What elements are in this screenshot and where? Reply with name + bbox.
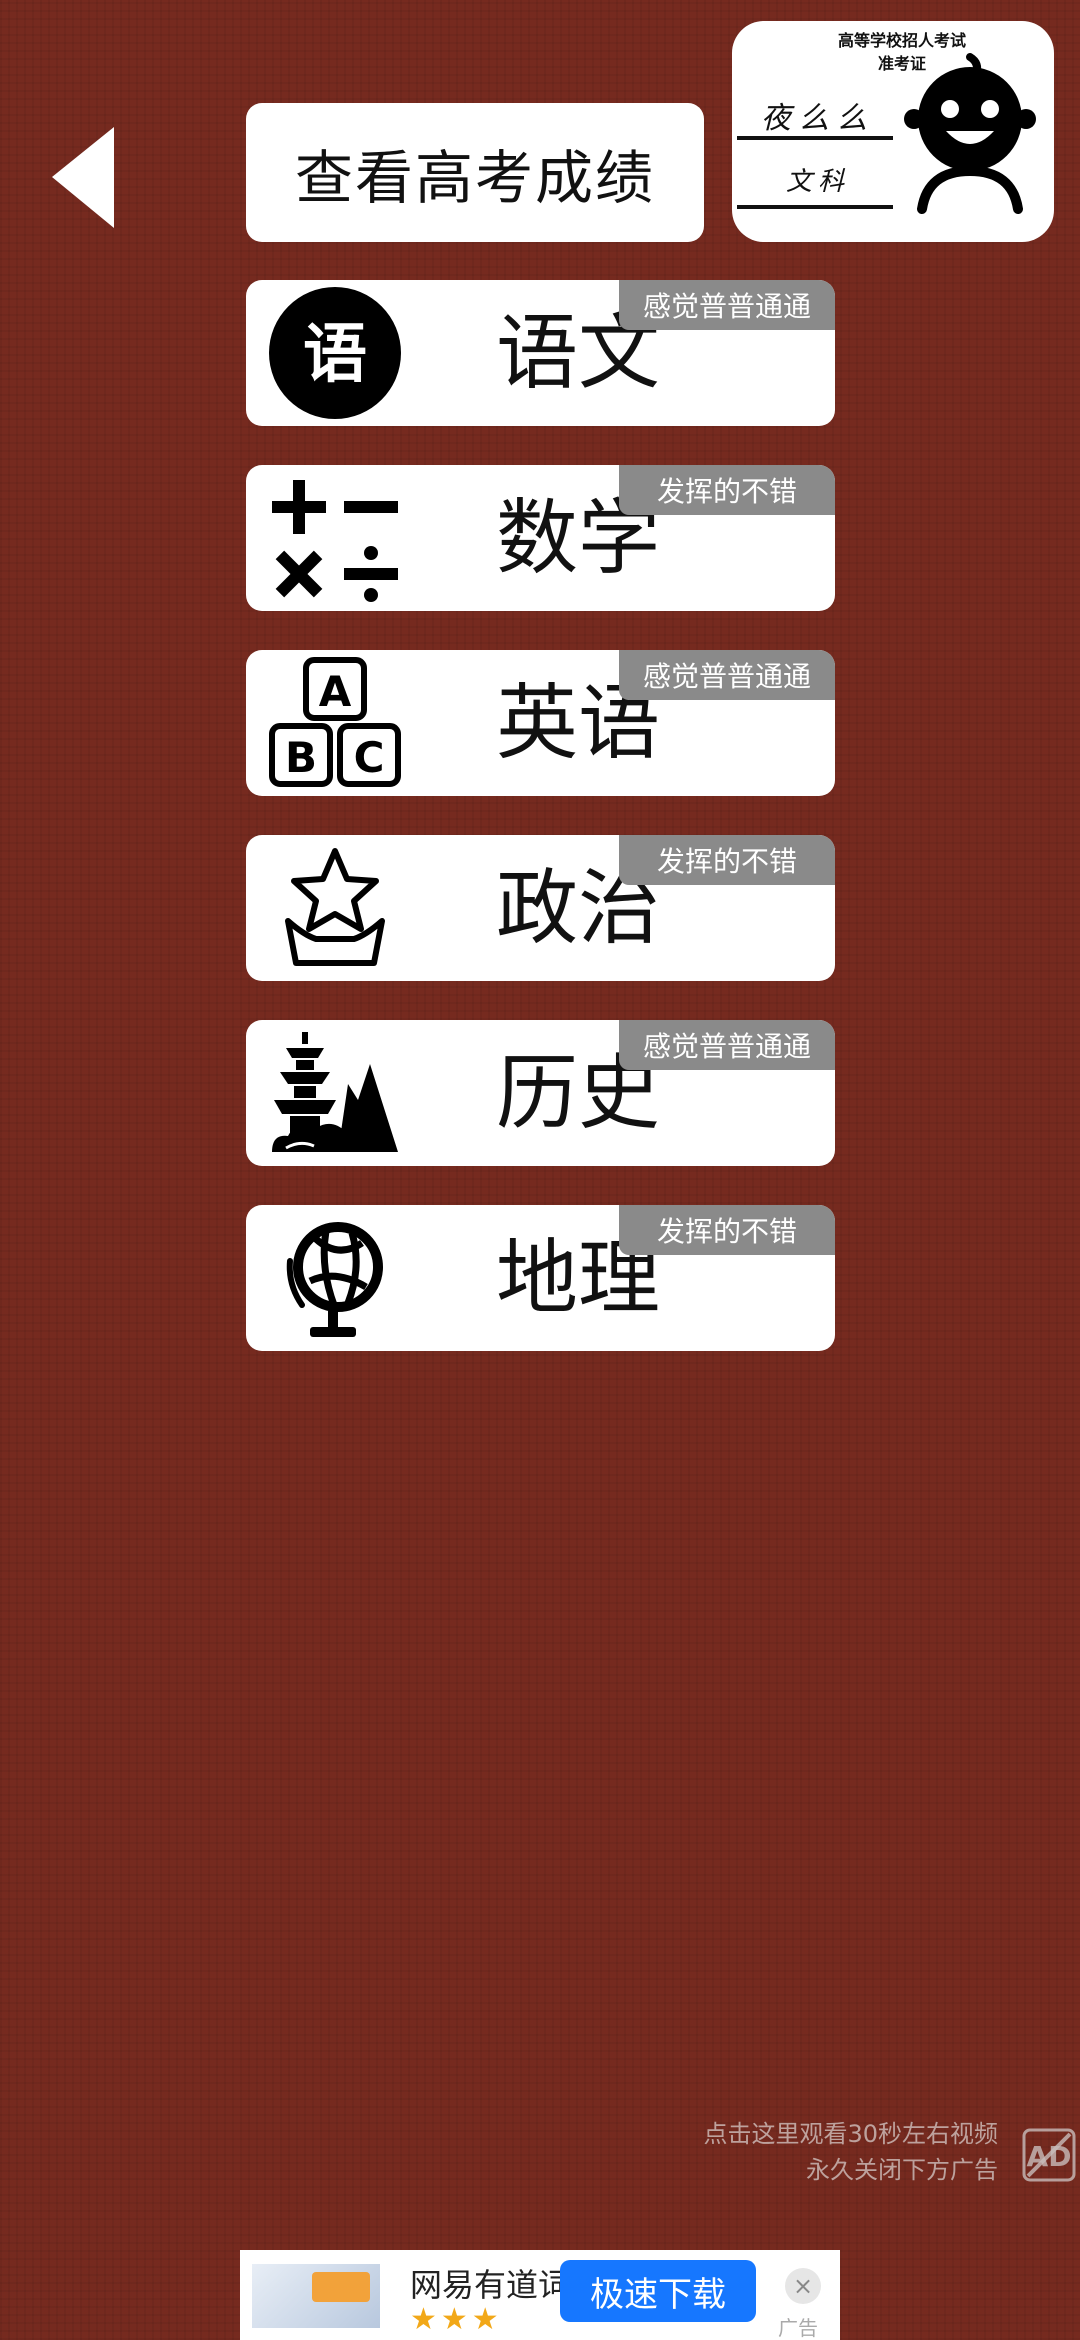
back-arrow-icon: [52, 127, 114, 228]
ad-download-button[interactable]: 极速下载: [560, 2260, 756, 2322]
ad-mark: 广告: [778, 2316, 818, 2340]
pagoda-icon: [272, 1032, 398, 1152]
admission-ticket-card[interactable]: 高等学校招人考试 准考证 夜么么 文科: [732, 21, 1054, 242]
ad-title: 网易有道词: [410, 2266, 571, 2304]
abc-blocks-icon: A B C: [269, 657, 401, 787]
svg-text:语: 语: [303, 318, 367, 392]
feeling-tag: 发挥的不错: [619, 1205, 835, 1255]
name-underline: [737, 136, 893, 140]
svg-text:C: C: [354, 733, 385, 782]
ad-thumbnail-badge: [312, 2272, 370, 2302]
globe-icon: [286, 1222, 383, 1337]
ad-close-button[interactable]: ×: [785, 2268, 821, 2304]
candidate-avatar-icon: [904, 53, 1036, 214]
svg-text:B: B: [285, 733, 317, 782]
math-symbols-icon: [272, 480, 398, 602]
feeling-tag: 发挥的不错: [619, 465, 835, 515]
subject-row-history[interactable]: 历史 感觉普普通通: [246, 1020, 835, 1166]
remove-ads-hint-line2: 永久关闭下方广告: [806, 2156, 998, 2184]
remove-ads-hint-line1: 点击这里观看30秒左右视频: [703, 2120, 998, 2148]
no-ads-icon[interactable]: AD: [1022, 2128, 1076, 2182]
remove-ads-hint[interactable]: 点击这里观看30秒左右视频 永久关闭下方广告: [578, 2116, 998, 2188]
ad-thumbnail: [252, 2264, 380, 2328]
subject-row-geography[interactable]: 地理 发挥的不错: [246, 1205, 835, 1351]
feeling-tag: 感觉普普通通: [619, 280, 835, 330]
subject-row-math[interactable]: 数学 发挥的不错: [246, 465, 835, 611]
star-podium-icon: [285, 848, 385, 966]
yu-character-icon: 语: [269, 287, 401, 419]
subject-row-chinese[interactable]: 语 语文 感觉普普通通: [246, 280, 835, 426]
subject-row-politics[interactable]: 政治 发挥的不错: [246, 835, 835, 981]
candidate-track: 文科: [785, 167, 850, 197]
ad-rating-stars-icon: ★★★: [410, 2302, 503, 2337]
subject-row-english[interactable]: A B C 英语 感觉普普通通: [246, 650, 835, 796]
view-scores-label: 查看高考成绩: [294, 143, 655, 212]
svg-text:A: A: [319, 667, 352, 716]
track-underline: [737, 205, 893, 209]
feeling-tag: 发挥的不错: [619, 835, 835, 885]
view-scores-button[interactable]: 查看高考成绩: [246, 103, 704, 242]
feeling-tag: 感觉普普通通: [619, 1020, 835, 1070]
back-button[interactable]: [48, 125, 118, 230]
candidate-name: 夜么么: [761, 101, 875, 136]
banner-ad[interactable]: 网易有道词 ★★★ 极速下载 × 广告: [240, 2250, 840, 2340]
feeling-tag: 感觉普普通通: [619, 650, 835, 700]
